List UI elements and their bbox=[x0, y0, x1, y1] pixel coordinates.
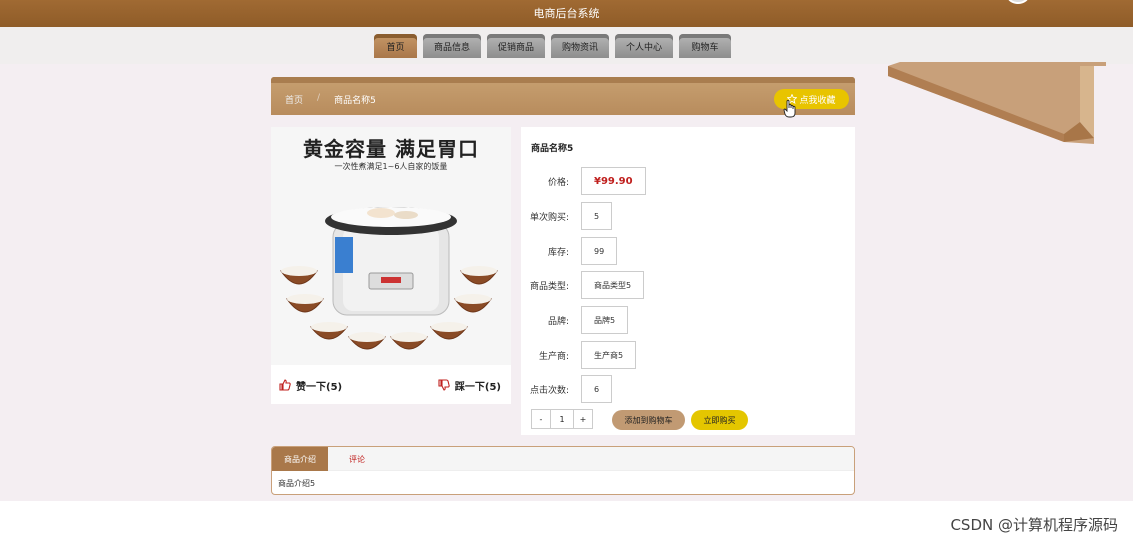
nav-list: 首页 商品信息 促销商品 购物资讯 个人中心 购物车 bbox=[374, 34, 731, 58]
field-label: 点击次数: bbox=[529, 385, 569, 396]
product-name: 商品名称5 bbox=[531, 144, 574, 154]
field-row-brand: 品牌: 品牌5 bbox=[521, 306, 629, 334]
decorative-shape bbox=[888, 62, 1106, 144]
field-row-single-purchase: 单次购买: 5 bbox=[521, 202, 613, 230]
buy-now-button[interactable]: 立即购买 bbox=[691, 410, 748, 430]
field-row-price: 价格: ¥99.90 bbox=[521, 167, 646, 195]
site-title: 电商后台系统 bbox=[533, 7, 600, 20]
breadcrumb-separator: / bbox=[317, 93, 321, 103]
like-button[interactable]: 赞一下(5) bbox=[279, 378, 342, 393]
clicks-value: 6 bbox=[581, 375, 613, 403]
field-label: 生产商: bbox=[538, 351, 569, 362]
single-purchase-value: 5 bbox=[581, 202, 613, 230]
field-label: 单次购买: bbox=[529, 212, 569, 223]
nav-item-cart[interactable]: 购物车 bbox=[679, 34, 731, 58]
stock-value: 99 bbox=[581, 237, 618, 265]
like-label: 赞一下(5) bbox=[296, 381, 343, 393]
manufacturer-value: 生产商5 bbox=[581, 341, 637, 369]
tab-comments[interactable]: 评论 bbox=[328, 447, 386, 471]
avatar[interactable] bbox=[1007, 0, 1029, 4]
quantity-stepper: - 1 + bbox=[531, 409, 593, 429]
field-row-clicks: 点击次数: 6 bbox=[521, 375, 613, 403]
nav-item-news[interactable]: 购物资讯 bbox=[551, 34, 609, 58]
hand-cursor-icon bbox=[783, 100, 796, 118]
field-label: 商品类型: bbox=[529, 281, 569, 292]
thumbs-down-icon bbox=[438, 379, 450, 391]
tab-content: 商品介绍5 bbox=[278, 479, 316, 488]
nav-item-promotions[interactable]: 促销商品 bbox=[487, 34, 545, 58]
nav-item-products[interactable]: 商品信息 bbox=[423, 34, 481, 58]
vote-row: 赞一下(5) 踩一下(5) bbox=[271, 372, 511, 398]
top-header: 电商后台系统 bbox=[0, 0, 1133, 27]
field-label: 价格: bbox=[547, 177, 569, 188]
breadcrumb-home[interactable]: 首页 bbox=[285, 93, 303, 106]
breadcrumb-current: 商品名称5 bbox=[334, 96, 376, 106]
dislike-label: 踩一下(5) bbox=[454, 381, 501, 393]
tab-header: 商品介绍 评论 bbox=[272, 447, 854, 471]
dislike-button[interactable]: 踩一下(5) bbox=[438, 378, 501, 393]
breadcrumb-bar: 首页 / 商品名称5 点我收藏 bbox=[271, 77, 855, 115]
product-image-panel: 黄金容量 满足胃口 一次性煮满足1~6人自家的饭量 赞一下(5) 踩一下(5) bbox=[271, 127, 511, 404]
thumbs-up-icon bbox=[279, 379, 291, 391]
rice-cooker-illustration bbox=[280, 207, 498, 350]
type-value: 商品类型5 bbox=[581, 271, 645, 299]
add-to-cart-button[interactable]: 添加到购物车 bbox=[612, 410, 685, 430]
nav-item-profile[interactable]: 个人中心 bbox=[615, 34, 673, 58]
favorite-label: 点我收藏 bbox=[799, 95, 836, 106]
quantity-input[interactable]: 1 bbox=[550, 410, 574, 428]
product-image: 黄金容量 满足胃口 一次性煮满足1~6人自家的饭量 bbox=[271, 127, 511, 365]
field-label: 库存: bbox=[547, 247, 569, 258]
field-label: 品牌: bbox=[547, 316, 569, 327]
product-info-panel: 商品名称5 价格: ¥99.90 单次购买: 5 库存: 99 商品类型: 商品… bbox=[521, 127, 855, 435]
field-row-type: 商品类型: 商品类型5 bbox=[521, 271, 645, 299]
breadcrumb-top-strip bbox=[271, 77, 855, 83]
quantity-plus-button[interactable]: + bbox=[574, 410, 592, 428]
breadcrumb: 首页 / 商品名称5 bbox=[285, 93, 376, 106]
tab-introduction[interactable]: 商品介绍 bbox=[272, 447, 328, 471]
field-row-manufacturer: 生产商: 生产商5 bbox=[521, 341, 637, 369]
field-row-stock: 库存: 99 bbox=[521, 237, 618, 265]
tabs-panel: 商品介绍 评论 商品介绍5 bbox=[271, 446, 855, 495]
nav-item-home[interactable]: 首页 bbox=[374, 34, 417, 58]
nav-bar: 首页 商品信息 促销商品 购物资讯 个人中心 购物车 bbox=[0, 27, 1133, 64]
quantity-minus-button[interactable]: - bbox=[532, 410, 550, 428]
price-value: ¥99.90 bbox=[581, 167, 646, 195]
brand-value: 品牌5 bbox=[581, 306, 629, 334]
watermark: CSDN @计算机程序源码 bbox=[950, 516, 1118, 534]
